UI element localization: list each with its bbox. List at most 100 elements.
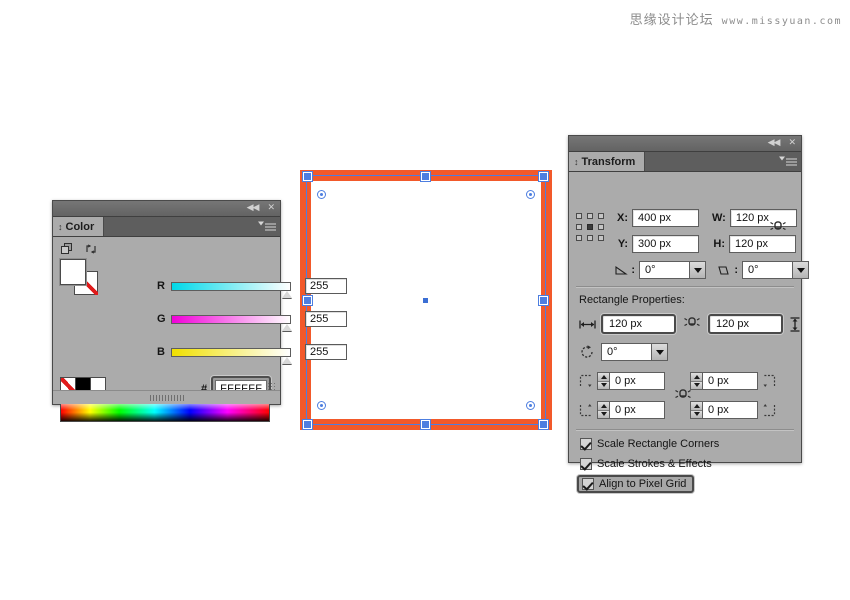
input-y[interactable]: 300 px	[632, 235, 699, 253]
transform-panel-body: X: 400 px W: 120 px Y: 300 px H: 120 px	[569, 172, 809, 493]
ref-point-middle-left[interactable]	[576, 224, 582, 230]
stepper-up-arrow-icon	[598, 402, 609, 411]
stepper-up-arrow-icon	[598, 373, 609, 382]
drag-grip-icon[interactable]	[149, 394, 184, 401]
corner-radius-widget-top-right[interactable]	[526, 190, 535, 199]
channel-slider-b[interactable]	[171, 347, 292, 364]
dropdown-shear-arrow-icon[interactable]	[792, 262, 808, 278]
channel-value-r[interactable]: 255	[305, 278, 347, 294]
label-h: H:	[713, 238, 725, 250]
color-panel-titlebar[interactable]: ◀◀ ✕	[53, 201, 280, 217]
input-x[interactable]: 400 px	[632, 209, 699, 227]
section-divider-2	[576, 429, 794, 431]
input-corner-radius-bottom-left[interactable]: 0 px	[609, 401, 665, 419]
checkbox-row-scale-rectangle-corners[interactable]: Scale Rectangle Corners	[580, 438, 719, 450]
selection-handle-bottom-left[interactable]	[303, 420, 312, 429]
checkbox-scale-rectangle-corners[interactable]	[580, 438, 592, 450]
tab-transform-label: Transform	[581, 155, 636, 168]
dropdown-rotate-arrow-icon[interactable]	[689, 262, 705, 278]
rotate-angle-icon	[615, 265, 628, 275]
close-icon[interactable]: ✕	[267, 204, 275, 213]
hamburger-icon	[786, 158, 797, 165]
ref-point-bottom-center[interactable]	[587, 235, 593, 241]
fill-swatch-white[interactable]	[60, 259, 86, 285]
channel-slider-g[interactable]	[171, 314, 292, 331]
checkbox-row-scale-strokes-effects[interactable]: Scale Strokes & Effects	[580, 458, 712, 470]
selection-handle-top-left[interactable]	[303, 172, 312, 181]
watermark: 思缘设计论坛 www.missyuan.com	[630, 9, 842, 28]
ref-point-bottom-right[interactable]	[598, 235, 604, 241]
collapse-icon[interactable]: ◀◀	[247, 204, 260, 213]
corner-radius-widget-bottom-right[interactable]	[526, 401, 535, 410]
dropdown-shear-value: 0°	[748, 264, 759, 276]
constrain-wh-proportions-icon[interactable]	[768, 218, 788, 243]
rectangle-properties-heading: Rectangle Properties:	[579, 294, 685, 306]
ref-point-top-right[interactable]	[598, 213, 604, 219]
channel-value-g[interactable]: 255	[305, 311, 347, 327]
close-icon[interactable]: ✕	[788, 139, 796, 148]
dropdown-rect-rotation[interactable]: 0°	[601, 343, 668, 361]
ref-point-top-center[interactable]	[587, 213, 593, 219]
channel-slider-thumb-b[interactable]	[282, 356, 292, 364]
width-arrows-icon	[579, 320, 596, 328]
section-divider-1	[576, 286, 794, 288]
color-panel-footer	[53, 390, 280, 404]
channel-slider-thumb-g[interactable]	[282, 323, 292, 331]
corner-radius-widget-bottom-left[interactable]	[317, 401, 326, 410]
selected-rectangle-shape[interactable]	[300, 170, 552, 430]
fill-stroke-indicator[interactable]	[60, 259, 98, 295]
swap-arrows-icon[interactable]	[85, 243, 97, 255]
ref-point-center[interactable]	[587, 224, 593, 230]
input-corner-radius-top-right[interactable]: 0 px	[702, 372, 758, 390]
panel-options-menu-icon[interactable]	[779, 156, 797, 165]
ref-point-bottom-left[interactable]	[576, 235, 582, 241]
copy-squares-icon[interactable]	[61, 243, 73, 255]
corner-radius-widget-top-left[interactable]	[317, 190, 326, 199]
dropdown-rect-rotation-arrow-icon[interactable]	[651, 344, 667, 360]
selection-handle-bottom-center[interactable]	[421, 420, 430, 429]
stepper-corner-tl[interactable]	[597, 372, 610, 390]
ref-point-middle-right[interactable]	[598, 224, 604, 230]
color-panel-tabbar: ↕ Color	[53, 217, 280, 237]
input-rect-height[interactable]: 120 px	[708, 314, 783, 334]
watermark-chinese-text: 思缘设计论坛	[629, 13, 714, 28]
reference-point-selector[interactable]	[576, 213, 604, 241]
checkbox-row-align-to-pixel-grid[interactable]: Align to Pixel Grid	[577, 475, 695, 493]
dropdown-shear-angle[interactable]: 0°	[742, 261, 809, 279]
label-rotate-colon: :	[631, 264, 635, 276]
constrain-corner-radii-icon[interactable]	[673, 386, 693, 411]
checkbox-align-to-pixel-grid[interactable]	[582, 478, 594, 490]
stepper-group-corner-tl[interactable]: 0 px	[597, 372, 665, 390]
selection-handle-top-center[interactable]	[421, 172, 430, 181]
ref-point-top-left[interactable]	[576, 213, 582, 219]
corner-top-right-icon	[763, 374, 776, 387]
checkbox-scale-strokes-effects[interactable]	[580, 458, 592, 470]
panel-options-menu-icon[interactable]	[258, 221, 276, 230]
channel-value-b[interactable]: 255	[305, 344, 347, 360]
input-rect-width[interactable]: 120 px	[601, 314, 676, 334]
stepper-up-arrow-icon	[691, 373, 702, 382]
label-x: X:	[617, 212, 628, 224]
tab-transform[interactable]: ↕ Transform	[569, 152, 646, 171]
input-corner-radius-bottom-right[interactable]: 0 px	[702, 401, 758, 419]
stepper-group-corner-br[interactable]: 0 px	[690, 401, 758, 419]
selection-handle-bottom-right[interactable]	[539, 420, 548, 429]
channel-slider-r[interactable]	[171, 281, 292, 298]
input-corner-radius-top-left[interactable]: 0 px	[609, 372, 665, 390]
color-spectrum-ramp[interactable]	[60, 401, 270, 422]
stepper-group-corner-tr[interactable]: 0 px	[690, 372, 758, 390]
collapse-icon[interactable]: ◀◀	[768, 139, 781, 148]
constrain-rect-proportions-icon[interactable]	[682, 314, 702, 334]
tab-color[interactable]: ↕ Color	[53, 217, 105, 236]
selection-handle-top-right[interactable]	[539, 172, 548, 181]
dropdown-rotate-angle[interactable]: 0°	[639, 261, 706, 279]
corner-bottom-right-icon	[763, 404, 776, 417]
stepper-group-corner-bl[interactable]: 0 px	[597, 401, 665, 419]
transform-panel: ◀◀ ✕ ↕ Transform X: 400 px W: 120 px Y: …	[568, 135, 809, 493]
stepper-corner-bl[interactable]	[597, 401, 610, 419]
channel-slider-thumb-r[interactable]	[282, 290, 292, 298]
transform-panel-titlebar[interactable]: ◀◀ ✕	[569, 136, 801, 152]
selection-handle-middle-left[interactable]	[303, 296, 312, 305]
selection-handle-middle-right[interactable]	[539, 296, 548, 305]
row-rect-rotation: 0°	[579, 343, 668, 361]
